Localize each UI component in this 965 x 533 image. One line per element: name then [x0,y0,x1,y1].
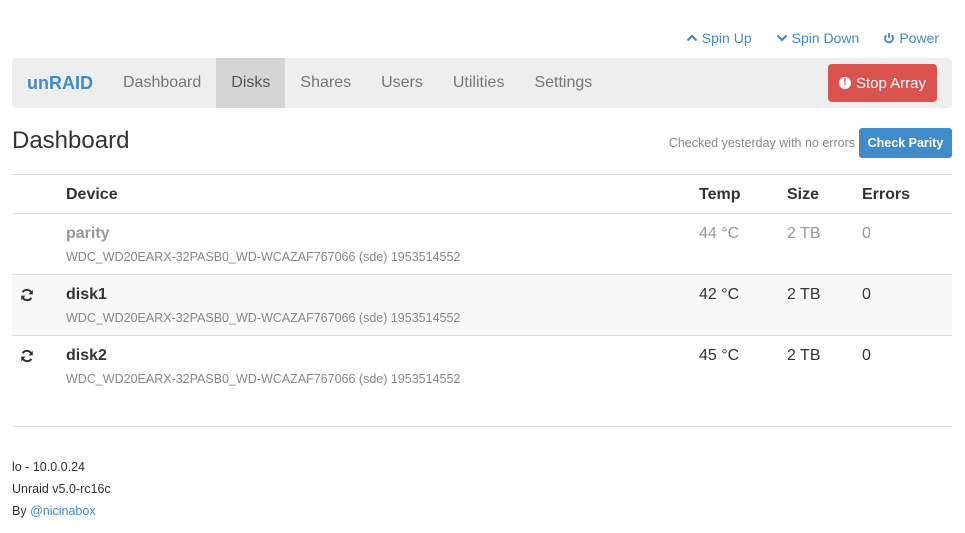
brand-logo[interactable]: unRAID [12,73,108,94]
table-row-disk1: disk1 WDC_WD20EARX-32PASB0_WD-WCAZAF7670… [12,275,952,336]
device-name: parity [66,225,110,242]
stop-array-label: Stop Array [855,74,927,92]
device-errors: 0 [862,347,871,364]
device-size: 2 TB [787,347,821,364]
power-icon [884,33,895,44]
stop-array-button[interactable]: ! Stop Array [828,64,937,102]
top-actions: Spin Up Spin Down Power [686,30,939,46]
footer-credit: By @nicinabox [12,500,952,522]
device-temp: 45 °C [699,347,740,364]
device-name: disk1 [66,286,107,303]
parity-status-text: Checked yesterday with no errors [668,136,855,150]
device-name: disk2 [66,347,107,364]
exclamation-circle-icon: ! [838,77,851,89]
device-errors: 0 [862,225,871,242]
device-model: WDC_WD20EARX-32PASB0_WD-WCAZAF767066 (sd… [66,250,461,264]
nav-users[interactable]: Users [366,58,438,108]
header-temp: Temp [699,186,741,203]
device-model: WDC_WD20EARX-32PASB0_WD-WCAZAF767066 (sd… [66,311,461,325]
footer-host: lo - 10.0.0.24 [12,460,85,474]
page-title: Dashboard [12,127,130,154]
spin-up-label: Spin Up [701,30,752,46]
nav-settings[interactable]: Settings [519,58,607,108]
table-row-disk2: disk2 WDC_WD20EARX-32PASB0_WD-WCAZAF7670… [12,336,952,397]
spin-down-label: Spin Down [791,30,860,46]
nav-utilities[interactable]: Utilities [438,58,520,108]
spin-up-link[interactable]: Spin Up [686,30,752,46]
page-footer: lo - 10.0.0.24 Unraid v5.0-rc16c By @nic… [12,426,952,522]
header-errors: Errors [862,186,911,203]
chevron-down-icon [776,34,787,42]
device-size: 2 TB [787,225,821,242]
author-link[interactable]: @nicinabox [30,504,96,518]
main-navbar: unRAID Dashboard Disks Shares Users Util… [12,58,952,108]
device-size: 2 TB [787,286,821,303]
header-size: Size [787,186,820,203]
device-errors: 0 [862,286,871,303]
refresh-icon[interactable] [20,288,34,302]
spin-down-link[interactable]: Spin Down [776,30,860,46]
header-device: Device [66,186,118,203]
table-row-parity: parity WDC_WD20EARX-32PASB0_WD-WCAZAF767… [12,214,952,275]
table-header: Device Temp Size Errors [12,175,952,214]
disks-table: Device Temp Size Errors parity WDC_WD20E… [12,174,952,397]
refresh-icon[interactable] [20,349,34,363]
power-link[interactable]: Power [883,30,939,46]
power-label: Power [899,30,939,46]
nav-disks[interactable]: Disks [216,58,286,108]
nav-dashboard[interactable]: Dashboard [108,58,216,108]
device-model: WDC_WD20EARX-32PASB0_WD-WCAZAF767066 (sd… [66,372,461,386]
nav-shares[interactable]: Shares [285,58,366,108]
footer-version: Unraid v5.0-rc16c [12,482,111,496]
chevron-up-icon [686,34,698,42]
device-temp: 44 °C [699,225,740,242]
device-temp: 42 °C [699,286,740,303]
check-parity-button[interactable]: Check Parity [859,128,952,158]
footer-by: By [12,504,27,518]
